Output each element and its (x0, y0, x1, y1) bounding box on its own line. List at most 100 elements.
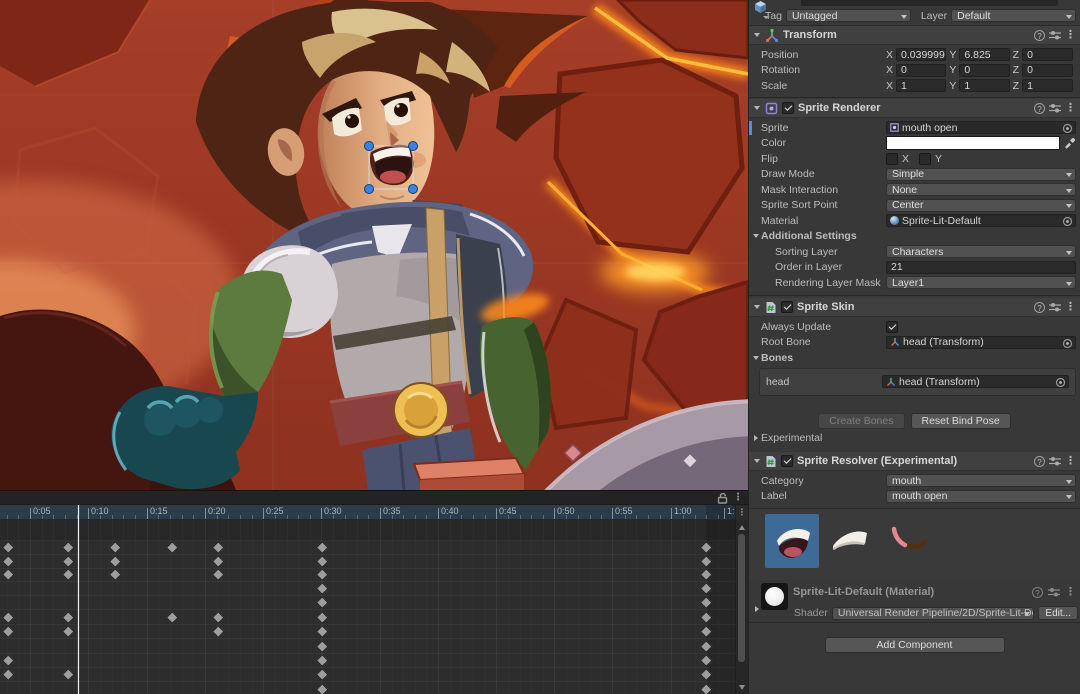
root-bone-object-field[interactable]: head (Transform) (886, 336, 1076, 349)
help-icon[interactable]: ? (1034, 302, 1045, 313)
component-menu-icon[interactable]: ⋮ (1065, 102, 1076, 114)
help-icon[interactable]: ? (1034, 103, 1045, 114)
keyframe-diamond[interactable] (166, 541, 178, 553)
tag-dropdown[interactable]: Untagged (786, 9, 911, 22)
component-menu-icon[interactable]: ⋮ (1065, 586, 1076, 598)
foldout-closed-icon[interactable] (754, 435, 758, 441)
draw-mode-dropdown[interactable]: Simple (886, 168, 1076, 181)
sprite-renderer-header[interactable]: Sprite Renderer ? ⋮ (749, 99, 1080, 118)
scene-view[interactable] (0, 0, 748, 490)
category-dropdown[interactable]: mouth (886, 474, 1076, 487)
foldout-closed-icon[interactable] (755, 606, 759, 612)
keyframe-diamond[interactable] (2, 668, 14, 680)
keyframe-diamond[interactable] (316, 541, 328, 553)
foldout-open-icon[interactable] (754, 459, 760, 463)
component-menu-icon[interactable]: ⋮ (1065, 301, 1076, 313)
scale-z-field[interactable]: 1 (1022, 79, 1073, 92)
ruler-corner-menu-icon[interactable]: ⋮ (735, 505, 748, 520)
scroll-down-icon[interactable] (739, 685, 745, 690)
playhead[interactable] (78, 505, 79, 694)
edit-shader-button[interactable]: Edit... (1038, 606, 1078, 620)
material-object-field[interactable]: Sprite-Lit-Default (886, 214, 1076, 227)
presets-icon[interactable] (1048, 587, 1060, 597)
component-menu-icon[interactable]: ⋮ (1065, 29, 1076, 41)
sprite-resolver-header[interactable]: Sprite Resolver (Experimental) ? ⋮ (749, 452, 1080, 471)
selection-handle[interactable] (409, 142, 418, 151)
always-update-checkbox[interactable] (886, 321, 898, 333)
object-picker-icon[interactable] (1062, 338, 1073, 349)
layer-dropdown[interactable]: Default (951, 9, 1076, 22)
lock-icon[interactable] (717, 492, 728, 504)
keyframe-diamond[interactable] (166, 611, 178, 623)
keyframe-diamond[interactable] (316, 683, 328, 694)
bone-object-field[interactable]: head (Transform) (882, 375, 1069, 388)
rotation-y-field[interactable]: 0 (959, 64, 1009, 77)
keyframe-diamond[interactable] (212, 555, 224, 567)
label-dropdown[interactable]: mouth open (886, 490, 1076, 503)
component-menu-icon[interactable]: ⋮ (1065, 455, 1076, 467)
material-preview-thumbnail[interactable] (761, 583, 788, 610)
thumbnail-mouth-closed[interactable] (823, 514, 877, 568)
foldout-open-icon[interactable] (753, 234, 759, 238)
flip-x-checkbox[interactable] (886, 153, 898, 165)
keyframe-diamond[interactable] (316, 596, 328, 608)
bones-foldout-row[interactable]: Bones (749, 350, 1080, 366)
presets-icon[interactable] (1049, 103, 1061, 113)
rotation-z-field[interactable]: 0 (1022, 64, 1073, 77)
keyframe-diamond[interactable] (2, 555, 14, 567)
scale-y-field[interactable]: 1 (959, 79, 1009, 92)
create-bones-button[interactable]: Create Bones (818, 413, 904, 429)
scale-x-field[interactable]: 1 (896, 79, 946, 92)
keyframe-diamond[interactable] (2, 611, 14, 623)
presets-icon[interactable] (1049, 302, 1061, 312)
foldout-open-icon[interactable] (754, 305, 760, 309)
foldout-open-icon[interactable] (754, 106, 760, 110)
additional-settings-row[interactable]: Additional Settings (749, 229, 1080, 245)
sprite-object-field[interactable]: mouth open (886, 121, 1076, 134)
selection-handle[interactable] (365, 185, 374, 194)
position-z-field[interactable]: 0 (1022, 48, 1073, 61)
sprite-skin-header[interactable]: Sprite Skin ? ⋮ (749, 298, 1080, 317)
timeline-ruler[interactable]: 0:050:100:150:200:250:300:350:400:450:50… (0, 505, 748, 520)
keyframe-diamond[interactable] (316, 625, 328, 637)
component-enabled-checkbox[interactable] (781, 301, 793, 313)
scrollbar-thumb[interactable] (738, 534, 745, 662)
transform-header[interactable]: Transform ? ⋮ (749, 26, 1080, 45)
rendering-layer-mask-dropdown[interactable]: Layer1 (886, 276, 1076, 289)
foldout-open-icon[interactable] (753, 356, 759, 360)
scroll-up-icon[interactable] (739, 525, 745, 530)
gameobject-name-field[interactable] (801, 0, 1058, 6)
presets-icon[interactable] (1049, 456, 1061, 466)
rotation-x-field[interactable]: 0 (896, 64, 946, 77)
thumbnail-mouth-smile[interactable] (881, 514, 935, 568)
sprite-sort-point-dropdown[interactable]: Center (886, 199, 1076, 212)
component-enabled-checkbox[interactable] (781, 455, 793, 467)
thumbnail-mouth-open[interactable] (765, 514, 819, 568)
reset-bind-pose-button[interactable]: Reset Bind Pose (911, 413, 1011, 429)
order-in-layer-field[interactable]: 21 (886, 261, 1076, 274)
object-picker-icon[interactable] (1062, 216, 1073, 227)
experimental-foldout-row[interactable]: Experimental (749, 431, 1080, 447)
keyframe-diamond[interactable] (316, 611, 328, 623)
keyframe-diamond[interactable] (212, 611, 224, 623)
object-picker-icon[interactable] (1062, 123, 1073, 134)
help-icon[interactable]: ? (1034, 30, 1045, 41)
position-x-field[interactable]: 0.0399999 (896, 48, 946, 61)
keyframe-diamond[interactable] (316, 582, 328, 594)
keyframe-diamond[interactable] (2, 654, 14, 666)
selection-handle[interactable] (409, 185, 418, 194)
presets-icon[interactable] (1049, 30, 1061, 40)
keyframe-diamond[interactable] (212, 541, 224, 553)
keyframe-diamond[interactable] (316, 668, 328, 680)
keyframe-diamond[interactable] (2, 568, 14, 580)
keyframe-diamond[interactable] (212, 625, 224, 637)
help-icon[interactable]: ? (1032, 587, 1043, 598)
timeline-menu-icon[interactable]: ⋮ (733, 491, 743, 504)
vertical-scrollbar[interactable] (735, 520, 748, 694)
mask-interaction-dropdown[interactable]: None (886, 183, 1076, 196)
keyframe-diamond[interactable] (316, 640, 328, 652)
object-picker-icon[interactable] (1055, 377, 1066, 388)
help-icon[interactable]: ? (1034, 456, 1045, 467)
selection-handle[interactable] (365, 142, 374, 151)
keyframe-diamond[interactable] (2, 625, 14, 637)
